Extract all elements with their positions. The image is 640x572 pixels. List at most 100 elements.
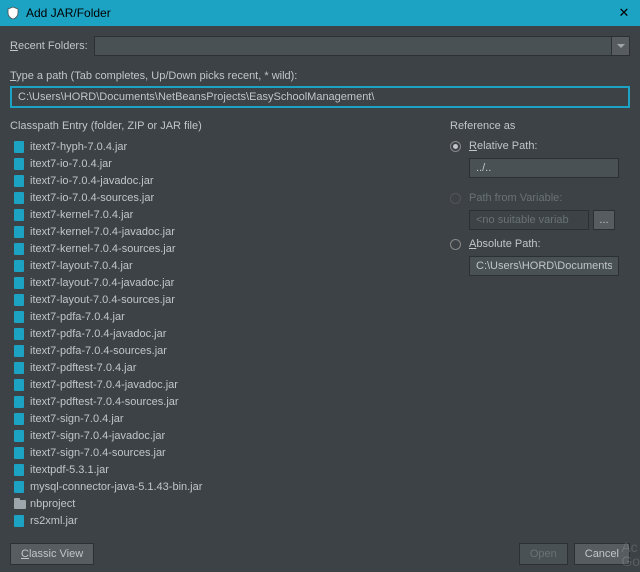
jar-icon	[14, 141, 24, 153]
file-name: itext7-sign-7.0.4-sources.jar	[30, 447, 166, 459]
jar-icon	[14, 243, 24, 255]
file-name: itext7-pdftest-7.0.4.jar	[30, 362, 136, 374]
relative-path-label: Relative Path:	[469, 140, 538, 152]
file-name: itext7-kernel-7.0.4-javadoc.jar	[30, 226, 175, 238]
window-title: Add JAR/Folder	[26, 6, 614, 20]
footer: Classic View Open Cancel	[0, 536, 640, 572]
file-name: itext7-kernel-7.0.4-sources.jar	[30, 243, 176, 255]
jar-icon	[14, 379, 24, 391]
file-item[interactable]: itext7-layout-7.0.4.jar	[10, 257, 436, 274]
jar-icon	[14, 345, 24, 357]
file-name: itext7-layout-7.0.4-javadoc.jar	[30, 277, 174, 289]
file-name: itext7-layout-7.0.4-sources.jar	[30, 294, 175, 306]
relative-path-radio[interactable]	[450, 141, 461, 152]
jar-icon	[14, 362, 24, 374]
absolute-path-label: Absolute Path:	[469, 238, 541, 250]
file-item[interactable]: itext7-sign-7.0.4.jar	[10, 410, 436, 427]
file-item[interactable]: itext7-layout-7.0.4-sources.jar	[10, 291, 436, 308]
open-button: Open	[519, 543, 568, 565]
jar-icon	[14, 260, 24, 272]
file-item[interactable]: itext7-sign-7.0.4-sources.jar	[10, 444, 436, 461]
file-item[interactable]: itext7-sign-7.0.4-javadoc.jar	[10, 427, 436, 444]
jar-icon	[14, 209, 24, 221]
relative-path-input[interactable]	[469, 158, 619, 178]
jar-icon	[14, 515, 24, 527]
file-item[interactable]: itext7-pdftest-7.0.4-sources.jar	[10, 393, 436, 410]
file-item[interactable]: itext7-pdftest-7.0.4.jar	[10, 359, 436, 376]
classpath-entry-label: Classpath Entry (folder, ZIP or JAR file…	[10, 120, 436, 132]
file-name: mysql-connector-java-5.1.43-bin.jar	[30, 481, 202, 493]
jar-icon	[14, 226, 24, 238]
file-item[interactable]: itext7-hyph-7.0.4.jar	[10, 138, 436, 155]
variable-path-label: Path from Variable:	[469, 192, 562, 204]
file-item[interactable]: itext7-io-7.0.4-javadoc.jar	[10, 172, 436, 189]
file-name: itext7-pdftest-7.0.4-sources.jar	[30, 396, 179, 408]
variable-path-radio-row: Path from Variable:	[450, 192, 630, 204]
file-name: itext7-pdfa-7.0.4-sources.jar	[30, 345, 167, 357]
recent-folders-dropdown-button[interactable]	[611, 37, 629, 55]
path-input[interactable]	[10, 86, 630, 108]
shield-icon	[6, 6, 20, 20]
jar-icon	[14, 311, 24, 323]
recent-folders-field[interactable]	[95, 37, 611, 55]
file-name: itextpdf-5.3.1.jar	[30, 464, 109, 476]
file-name: itext7-pdfa-7.0.4.jar	[30, 311, 125, 323]
absolute-path-radio-row[interactable]: Absolute Path:	[450, 238, 630, 250]
file-item[interactable]: itext7-pdftest-7.0.4-javadoc.jar	[10, 376, 436, 393]
jar-icon	[14, 447, 24, 459]
cancel-button[interactable]: Cancel	[574, 543, 630, 565]
file-name: nbproject	[30, 498, 75, 510]
file-item[interactable]: itext7-io-7.0.4-sources.jar	[10, 189, 436, 206]
file-name: rs2xml.jar	[30, 515, 78, 527]
file-name: itext7-sign-7.0.4.jar	[30, 413, 124, 425]
file-item[interactable]: mysql-connector-java-5.1.43-bin.jar	[10, 478, 436, 495]
variable-path-input	[469, 210, 589, 230]
file-item[interactable]: nbproject	[10, 495, 436, 512]
file-name: itext7-io-7.0.4-javadoc.jar	[30, 175, 154, 187]
absolute-path-radio[interactable]	[450, 239, 461, 250]
file-name: itext7-hyph-7.0.4.jar	[30, 141, 127, 153]
folder-icon	[14, 498, 24, 510]
jar-icon	[14, 464, 24, 476]
file-item[interactable]: itext7-kernel-7.0.4.jar	[10, 206, 436, 223]
jar-icon	[14, 175, 24, 187]
file-item[interactable]: itext7-pdfa-7.0.4-javadoc.jar	[10, 325, 436, 342]
file-name: itext7-io-7.0.4-sources.jar	[30, 192, 154, 204]
file-item[interactable]: itext7-pdfa-7.0.4-sources.jar	[10, 342, 436, 359]
relative-path-radio-row[interactable]: Relative Path:	[450, 140, 630, 152]
file-name: itext7-layout-7.0.4.jar	[30, 260, 133, 272]
jar-icon	[14, 192, 24, 204]
file-name: itext7-io-7.0.4.jar	[30, 158, 112, 170]
file-name: itext7-pdfa-7.0.4-javadoc.jar	[30, 328, 166, 340]
jar-icon	[14, 481, 24, 493]
file-name: itext7-kernel-7.0.4.jar	[30, 209, 133, 221]
jar-icon	[14, 396, 24, 408]
titlebar: Add JAR/Folder ✕	[0, 0, 640, 26]
file-item[interactable]: itext7-kernel-7.0.4-javadoc.jar	[10, 223, 436, 240]
file-item[interactable]: rs2xml.jar	[10, 512, 436, 528]
chevron-down-icon	[617, 44, 625, 48]
variable-browse-button[interactable]: ...	[593, 210, 615, 230]
file-item[interactable]: itext7-pdfa-7.0.4.jar	[10, 308, 436, 325]
jar-icon	[14, 294, 24, 306]
file-item[interactable]: itext7-layout-7.0.4-javadoc.jar	[10, 274, 436, 291]
jar-icon	[14, 328, 24, 340]
file-item[interactable]: itext7-kernel-7.0.4-sources.jar	[10, 240, 436, 257]
variable-path-radio	[450, 193, 461, 204]
jar-icon	[14, 277, 24, 289]
type-path-hint: Type a path (Tab completes, Up/Down pick…	[10, 70, 630, 82]
file-item[interactable]: itext7-io-7.0.4.jar	[10, 155, 436, 172]
recent-folders-label: Recent Folders:	[10, 40, 88, 52]
close-icon[interactable]: ✕	[614, 5, 634, 21]
jar-icon	[14, 430, 24, 442]
file-item[interactable]: itextpdf-5.3.1.jar	[10, 461, 436, 478]
file-name: itext7-pdftest-7.0.4-javadoc.jar	[30, 379, 178, 391]
recent-folders-combo[interactable]	[94, 36, 630, 56]
absolute-path-input[interactable]	[469, 256, 619, 276]
jar-icon	[14, 413, 24, 425]
file-list[interactable]: itext7-hyph-7.0.4.jar itext7-io-7.0.4.jar…	[10, 138, 436, 528]
classic-view-button[interactable]: Classic View	[10, 543, 94, 565]
jar-icon	[14, 158, 24, 170]
file-name: itext7-sign-7.0.4-javadoc.jar	[30, 430, 165, 442]
reference-as-label: Reference as	[450, 120, 630, 132]
